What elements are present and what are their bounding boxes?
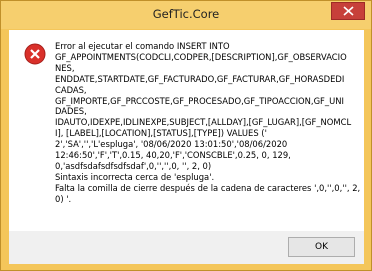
message-line: Falta la comilla de cierre después de la…	[55, 182, 361, 193]
message-line: ENDDATE,STARTDATE,GF_FACTURADO,GF_FACTUR…	[55, 73, 345, 84]
message-line: CADAS,	[55, 84, 87, 95]
message-line: GF_IMPORTE,GF_PRCCOSTE,GF_PROCESADO,GF_T…	[55, 95, 344, 106]
close-icon	[343, 6, 354, 16]
message-line: 2','SA','','L'espluga', '08/06/2020 13:0…	[55, 139, 288, 150]
close-button[interactable]	[331, 2, 365, 20]
error-icon	[24, 43, 46, 65]
message-area: Error al ejecutar el comando INSERT INTO…	[9, 30, 364, 231]
error-message: Error al ejecutar el comando INSERT INTO…	[55, 41, 360, 205]
title-bar[interactable]: GefTic.Core	[1, 1, 371, 29]
message-line: GF_APPOINTMENTS(CODCLI,CODPER,[DESCRIPTI…	[55, 51, 347, 62]
message-line: I], [LABEL],[LOCATION],[STATUS],[TYPE]) …	[55, 128, 267, 139]
message-line: Sintaxis incorrecta cerca de 'espluga'.	[55, 171, 215, 182]
message-line: IDAUTO,IDEXPE,IDLINEXPE,SUBJECT,[ALLDAY]…	[55, 117, 352, 128]
window-title: GefTic.Core	[152, 7, 220, 21]
message-line: 0) '.	[55, 193, 72, 204]
message-line: 12:46:50','F','T',0.15, 40,20,'F','CONSC…	[55, 150, 291, 161]
error-dialog: GefTic.Core Error al ejecutar el comando…	[0, 0, 372, 271]
message-line: 0,'asdfsdafsdfsdfsdaf',0,'','',0, '', 2,…	[55, 160, 212, 171]
message-line: Error al ejecutar el comando INSERT INTO	[55, 41, 230, 51]
ok-button[interactable]: OK	[288, 237, 355, 257]
message-line: DADES,	[55, 106, 87, 117]
button-bar: OK	[9, 231, 364, 264]
message-line: NES,	[55, 62, 75, 73]
